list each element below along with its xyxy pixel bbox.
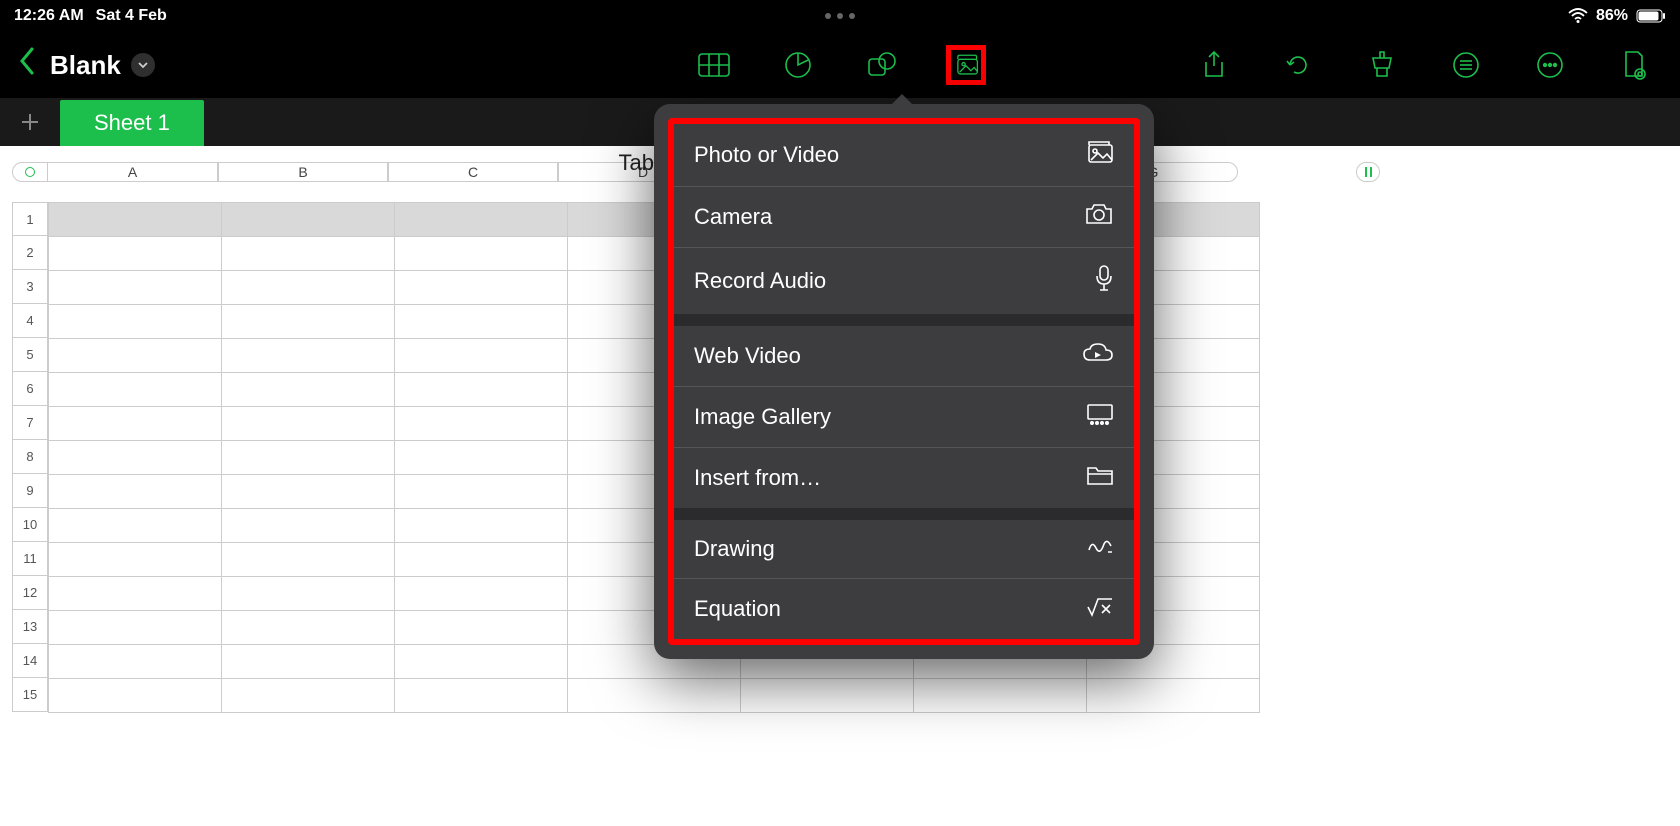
- row-header[interactable]: 7: [12, 406, 48, 440]
- mic-icon: [1094, 264, 1114, 298]
- multitask-dots[interactable]: [825, 13, 855, 19]
- format-brush-button[interactable]: [1362, 45, 1402, 85]
- menu-label: Camera: [694, 204, 772, 230]
- wifi-icon: [1568, 8, 1588, 24]
- gallery-icon: [1086, 403, 1114, 431]
- row-header[interactable]: 4: [12, 304, 48, 338]
- list-menu-button[interactable]: [1446, 45, 1486, 85]
- scribble-icon: [1086, 536, 1114, 562]
- add-sheet-button[interactable]: [0, 98, 60, 146]
- menu-label: Photo or Video: [694, 142, 839, 168]
- sheet-tab[interactable]: Sheet 1: [60, 100, 204, 146]
- menu-image-gallery[interactable]: Image Gallery: [674, 387, 1134, 448]
- row-header[interactable]: 8: [12, 440, 48, 474]
- add-column-handle[interactable]: [1356, 162, 1380, 182]
- folder-icon: [1086, 464, 1114, 492]
- sqrt-icon: [1086, 595, 1114, 623]
- insert-shape-button[interactable]: [862, 45, 902, 85]
- undo-button[interactable]: [1278, 45, 1318, 85]
- camera-icon: [1084, 203, 1114, 231]
- row-header[interactable]: 5: [12, 338, 48, 372]
- row-header[interactable]: 12: [12, 576, 48, 610]
- menu-label: Equation: [694, 596, 781, 622]
- row-header[interactable]: 6: [12, 372, 48, 406]
- row-header[interactable]: 14: [12, 644, 48, 678]
- title-text: Blank: [50, 50, 121, 81]
- insert-chart-button[interactable]: [778, 45, 818, 85]
- row-header[interactable]: 1: [12, 202, 48, 236]
- more-button[interactable]: [1530, 45, 1570, 85]
- status-date: Sat 4 Feb: [96, 7, 167, 25]
- select-all-corner[interactable]: [12, 162, 48, 182]
- insert-table-button[interactable]: [694, 45, 734, 85]
- cloud-icon: [1082, 342, 1114, 370]
- menu-camera[interactable]: Camera: [674, 187, 1134, 248]
- menu-photo-video[interactable]: Photo or Video: [674, 124, 1134, 187]
- status-bar: 12:26 AM Sat 4 Feb 86%: [0, 0, 1680, 32]
- menu-equation[interactable]: Equation: [674, 579, 1134, 639]
- share-button[interactable]: [1194, 45, 1234, 85]
- battery-icon: [1636, 9, 1666, 23]
- row-header[interactable]: 9: [12, 474, 48, 508]
- insert-media-popover: Photo or Video Camera Record Audio Web V…: [654, 104, 1154, 659]
- menu-record-audio[interactable]: Record Audio: [674, 248, 1134, 314]
- row-header[interactable]: 10: [12, 508, 48, 542]
- row-header[interactable]: 15: [12, 678, 48, 712]
- menu-label: Image Gallery: [694, 404, 831, 430]
- app-toolbar: Blank: [0, 32, 1680, 98]
- row-header[interactable]: 13: [12, 610, 48, 644]
- menu-label: Insert from…: [694, 465, 821, 491]
- menu-insert-from[interactable]: Insert from…: [674, 448, 1134, 508]
- menu-web-video[interactable]: Web Video: [674, 326, 1134, 387]
- row-headers: 1 2 3 4 5 6 7 8 9 10 11 12 13 14 15: [12, 192, 48, 826]
- photo-icon: [1084, 140, 1114, 170]
- document-title[interactable]: Blank: [50, 50, 155, 81]
- battery-percent: 86%: [1596, 7, 1628, 25]
- sheet-tab-label: Sheet 1: [94, 110, 170, 135]
- document-settings-button[interactable]: [1614, 45, 1654, 85]
- insert-media-button[interactable]: [946, 45, 986, 85]
- row-header[interactable]: 2: [12, 236, 48, 270]
- title-chevron-icon: [131, 53, 155, 77]
- row-header[interactable]: 3: [12, 270, 48, 304]
- menu-label: Drawing: [694, 536, 775, 562]
- menu-drawing[interactable]: Drawing: [674, 520, 1134, 579]
- menu-label: Record Audio: [694, 268, 826, 294]
- back-button[interactable]: [10, 47, 44, 83]
- menu-label: Web Video: [694, 343, 801, 369]
- row-header[interactable]: 11: [12, 542, 48, 576]
- status-time: 12:26 AM: [14, 7, 84, 25]
